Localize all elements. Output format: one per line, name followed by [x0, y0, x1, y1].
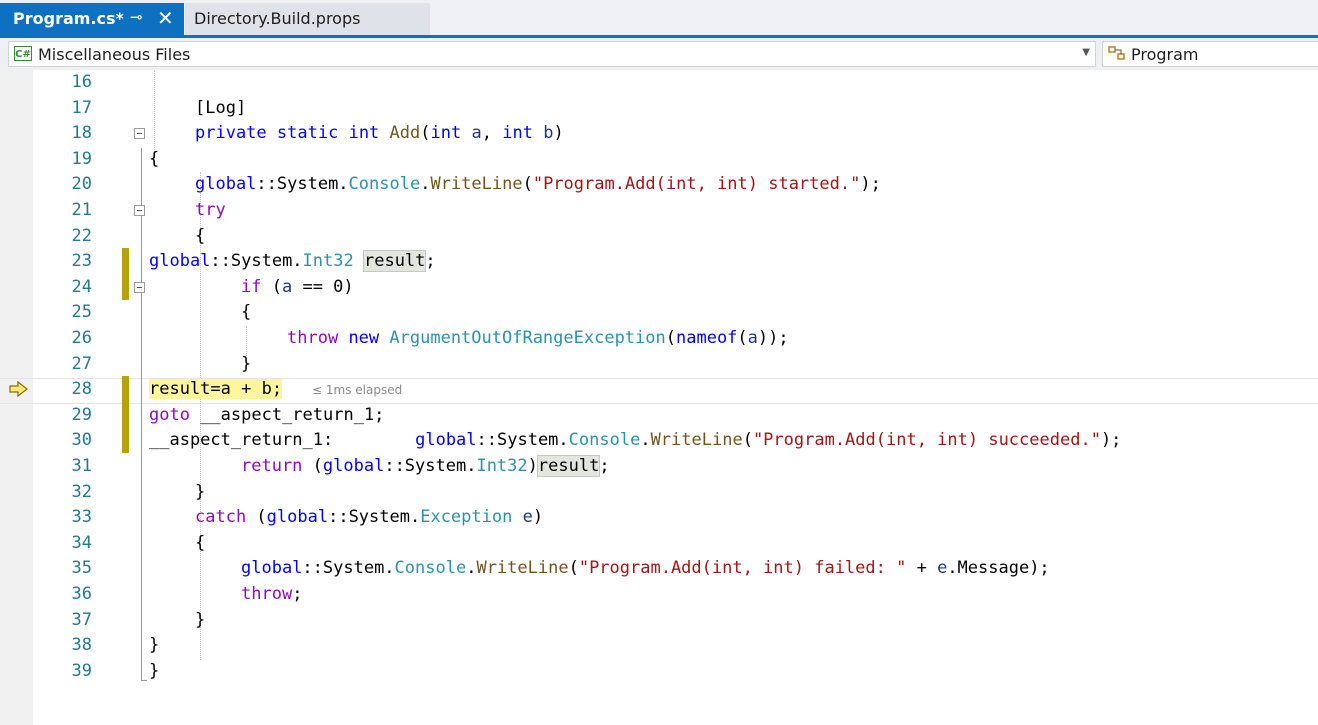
line-number: 21 — [71, 200, 92, 220]
code-line[interactable]: 19 { — [0, 148, 1318, 174]
line-number: 33 — [71, 507, 92, 528]
line-number: 37 — [71, 609, 92, 630]
code-line[interactable]: 23 global::System.Int32 result; — [0, 250, 1318, 276]
close-icon[interactable]: ✕ — [157, 6, 174, 30]
code-text: global::System.Console.WriteLine("Progra… — [241, 558, 1050, 579]
line-number: 36 — [71, 584, 92, 604]
code-line[interactable]: 32 } — [0, 481, 1318, 507]
line-number: 31 — [71, 456, 92, 476]
project-dropdown[interactable]: C# Miscellaneous Files ▼ — [8, 41, 1096, 67]
code-line[interactable]: 18 private static int Add(int a, int b) — [0, 122, 1318, 148]
code-editor[interactable]: 16 17 [Log] 18 private static int Add(in… — [0, 70, 1318, 725]
line-number: 32 — [71, 481, 92, 502]
line-number: 30 — [71, 430, 92, 451]
code-line[interactable]: 24 if (a == 0) — [0, 276, 1318, 302]
code-line[interactable]: 36 throw; — [0, 583, 1318, 609]
code-line[interactable]: 29 goto __aspect_return_1; — [0, 404, 1318, 430]
line-number: 34 — [71, 532, 92, 553]
type-label: Program — [1131, 45, 1199, 64]
line-number: 39 — [71, 660, 92, 681]
code-line[interactable]: 17 [Log] — [0, 97, 1318, 123]
line-number: 18 — [71, 123, 92, 144]
line-number: 38 — [71, 635, 92, 656]
code-text: } — [149, 660, 160, 681]
line-number: 17 — [71, 97, 92, 118]
code-text: { — [195, 225, 206, 246]
line-number: 25 — [71, 302, 92, 323]
project-label: Miscellaneous Files — [38, 45, 191, 64]
code-line-current[interactable]: 28 result=a + b; ≤ 1ms elapsed — [0, 378, 1318, 404]
code-text: private static int Add(int a, int b) — [195, 123, 564, 144]
current-statement: result=a + b; — [149, 379, 283, 400]
code-text: if (a == 0) — [241, 276, 354, 297]
code-line[interactable]: 22 { — [0, 225, 1318, 251]
code-line[interactable]: 25 { — [0, 301, 1318, 327]
code-line[interactable]: 33 catch (global::System.Exception e) — [0, 506, 1318, 532]
code-line[interactable]: 31 return (global::System.Int32)result; — [0, 455, 1318, 481]
code-text: { — [149, 148, 160, 169]
code-text: global::System.Int32 result; — [149, 250, 436, 273]
code-text: [Log] — [195, 97, 247, 118]
code-text: } — [195, 481, 206, 502]
line-number: 19 — [71, 148, 92, 169]
code-text: { — [195, 532, 206, 553]
code-text: __aspect_return_1: global::System.Consol… — [149, 430, 1122, 451]
code-text: try — [195, 200, 226, 220]
collapse-toggle[interactable] — [134, 205, 145, 216]
code-text: global::System.Console.WriteLine("Progra… — [195, 174, 881, 195]
code-text: { — [241, 302, 252, 323]
outline-end — [141, 680, 147, 681]
code-line[interactable]: 21 try — [0, 199, 1318, 225]
code-text: goto __aspect_return_1; — [149, 404, 385, 425]
line-number: 29 — [71, 404, 92, 425]
perf-tip[interactable]: ≤ 1ms elapsed — [312, 383, 402, 397]
class-icon — [1108, 45, 1128, 67]
code-text: catch (global::System.Exception e) — [195, 507, 544, 528]
code-text: throw new ArgumentOutOfRangeException(na… — [287, 328, 789, 348]
code-line[interactable]: 34 { — [0, 532, 1318, 558]
line-number: 23 — [71, 251, 92, 272]
navigation-bar: C# Miscellaneous Files ▼ Program — [0, 38, 1318, 70]
type-dropdown[interactable]: Program — [1102, 41, 1318, 67]
code-text: throw; — [241, 584, 303, 604]
collapse-toggle[interactable] — [134, 281, 145, 293]
csharp-file-icon: C# — [14, 46, 32, 61]
code-line[interactable]: 38 } — [0, 634, 1318, 660]
code-line[interactable]: 27 } — [0, 353, 1318, 379]
tab-directory-build-props[interactable]: Directory.Build.props — [185, 3, 430, 35]
line-number: 22 — [71, 225, 92, 246]
document-tab-strip: Program.cs* ⊸ ✕ Directory.Build.props — [0, 0, 1318, 38]
code-text: } — [195, 609, 206, 630]
line-number: 26 — [71, 328, 92, 348]
code-line[interactable]: 30 __aspect_return_1: global::System.Con… — [0, 429, 1318, 455]
code-text: } — [149, 635, 160, 656]
code-line[interactable]: 20 global::System.Console.WriteLine("Pro… — [0, 173, 1318, 199]
code-text: return (global::System.Int32)result; — [241, 455, 610, 477]
line-number: 16 — [71, 72, 92, 92]
tab-title[interactable]: Directory.Build.props — [194, 9, 360, 28]
tab-program-cs[interactable]: Program.cs* ⊸ ✕ — [0, 3, 184, 35]
code-text: } — [241, 353, 252, 374]
line-number: 24 — [71, 276, 92, 297]
code-line[interactable]: 16 — [0, 71, 1318, 97]
tab-title[interactable]: Program.cs* — [13, 9, 124, 28]
line-number: 27 — [71, 353, 92, 374]
line-number: 20 — [71, 174, 92, 195]
chevron-down-icon[interactable]: ▼ — [1082, 47, 1090, 58]
code-line[interactable]: 35 global::System.Console.WriteLine("Pro… — [0, 557, 1318, 583]
line-number: 28 — [71, 379, 92, 400]
pin-icon[interactable]: ⊸ — [130, 8, 143, 26]
code-line[interactable]: 39 } — [0, 660, 1318, 686]
collapse-toggle[interactable] — [134, 128, 145, 140]
line-number: 35 — [71, 558, 92, 579]
code-line[interactable]: 37 } — [0, 609, 1318, 635]
code-line[interactable]: 26 throw new ArgumentOutOfRangeException… — [0, 327, 1318, 353]
